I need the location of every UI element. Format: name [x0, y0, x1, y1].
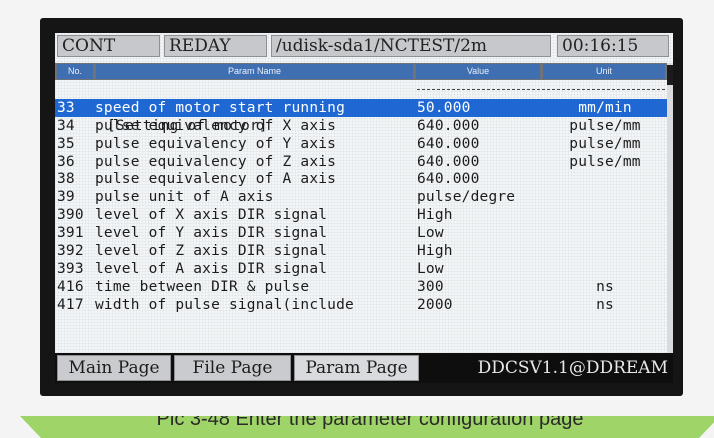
- param-value: 640.000: [417, 117, 480, 134]
- header-unit: Unit: [543, 64, 665, 79]
- table-row[interactable]: 393 level of A axis DIR signal Low: [55, 260, 667, 278]
- table-header: No. Param Name Value Unit: [55, 63, 667, 80]
- param-number: 33: [57, 99, 75, 116]
- figure-caption-band: Pic 3-48 Enter the parameter configurati…: [20, 416, 714, 438]
- figure-caption: Pic 3-48 Enter the parameter configurati…: [156, 416, 584, 430]
- param-name: pulse equivalency of X axis: [95, 117, 337, 134]
- param-value: Low: [417, 260, 444, 277]
- mode-indicator: CONT: [57, 35, 160, 57]
- elapsed-time: 00:16:15: [557, 35, 669, 57]
- machine-state: REDAY: [164, 35, 267, 57]
- tab-file-page[interactable]: File Page: [174, 355, 291, 381]
- header-no: No.: [57, 64, 93, 79]
- tab-main-page[interactable]: Main Page: [57, 355, 171, 381]
- param-value: Low: [417, 225, 444, 242]
- page-tabs: Main Page File Page Param Page DDCSV1.1@…: [55, 353, 673, 383]
- param-unit: pulse/mm: [569, 135, 641, 152]
- table-row[interactable]: 33 speed of motor start running 50.000 mm/m…: [55, 98, 667, 117]
- param-name: pulse equivalency of Z axis: [95, 153, 337, 170]
- param-value: 50.000: [417, 99, 471, 116]
- param-number: 416: [57, 278, 84, 295]
- param-value: 640.000: [417, 153, 480, 170]
- param-number: 393: [57, 260, 84, 277]
- param-name: pulse equivalency of Y axis: [95, 135, 337, 152]
- param-value: 300: [417, 278, 444, 295]
- param-value: 640.000: [417, 171, 480, 188]
- table-row[interactable]: 391 level of Y axis DIR signal Low: [55, 224, 667, 242]
- param-name: time between DIR & pulse: [95, 278, 310, 295]
- param-value: 2000: [417, 296, 453, 313]
- param-name: speed of motor start running: [95, 99, 346, 116]
- param-name: level of A axis DIR signal: [95, 260, 328, 277]
- table-row[interactable]: 417 width of pulse signal(include 2000 ns: [55, 296, 667, 314]
- section-row: --- [Setting of motor]: [55, 81, 667, 134]
- param-name: level of Z axis DIR signal: [95, 243, 328, 260]
- param-number: 392: [57, 243, 84, 260]
- header-param-name: Param Name: [96, 64, 413, 79]
- param-name: pulse equivalency of A axis: [95, 171, 337, 188]
- param-unit: pulse/mm: [569, 117, 641, 134]
- param-name: width of pulse signal(include: [95, 296, 354, 313]
- table-row[interactable]: 34 pulse equivalency of X axis 640.000 puls…: [55, 117, 667, 135]
- table-row[interactable]: 390 level of X axis DIR signal High: [55, 206, 667, 224]
- section-divider: [417, 89, 665, 90]
- lcd-screen: CONT REDAY /udisk-sda1/NCTEST/2m 00:16:1…: [55, 33, 673, 383]
- param-value: High: [417, 207, 453, 224]
- param-number: 35: [57, 135, 75, 152]
- param-name: pulse unit of A axis: [95, 189, 274, 206]
- param-unit: ns: [596, 296, 614, 313]
- param-name: level of Y axis DIR signal: [95, 225, 328, 242]
- param-value: 640.000: [417, 135, 480, 152]
- status-bar: CONT REDAY /udisk-sda1/NCTEST/2m 00:16:1…: [55, 33, 673, 61]
- param-number: 390: [57, 207, 84, 224]
- table-row-partial: [55, 314, 667, 321]
- firmware-version: DDCSV1.1@DDREAM: [477, 358, 668, 378]
- scrollbar-thumb[interactable]: [667, 65, 673, 85]
- param-unit: mm/min: [578, 99, 632, 116]
- param-name: level of X axis DIR signal: [95, 207, 328, 224]
- param-unit: ns: [596, 278, 614, 295]
- table-row[interactable]: 36 pulse equivalency of Z axis 640.000 puls…: [55, 153, 667, 171]
- param-number: 34: [57, 117, 75, 134]
- param-number: 36: [57, 153, 75, 170]
- table-row[interactable]: 35 pulse equivalency of Y axis 640.000 puls…: [55, 135, 667, 153]
- param-number: 417: [57, 296, 84, 313]
- table-row[interactable]: 39 pulse unit of A axis pulse/degre: [55, 188, 667, 206]
- param-number: 38: [57, 171, 75, 188]
- table-scrollbar[interactable]: [667, 63, 673, 353]
- table-row[interactable]: 416 time between DIR & pulse 300 ns: [55, 278, 667, 296]
- param-value: High: [417, 243, 453, 260]
- table-row[interactable]: 392 level of Z axis DIR signal High: [55, 242, 667, 260]
- param-table: --- [Setting of motor] 33 speed of motor …: [55, 81, 667, 321]
- header-value: Value: [416, 64, 540, 79]
- param-unit: pulse/mm: [569, 153, 641, 170]
- tab-param-page[interactable]: Param Page: [294, 355, 419, 381]
- param-number: 391: [57, 225, 84, 242]
- param-number: 39: [57, 189, 75, 206]
- param-value: pulse/degre: [417, 189, 516, 206]
- table-row[interactable]: 38 pulse equivalency of A axis 640.000: [55, 170, 667, 188]
- file-path: /udisk-sda1/NCTEST/2m: [271, 35, 551, 57]
